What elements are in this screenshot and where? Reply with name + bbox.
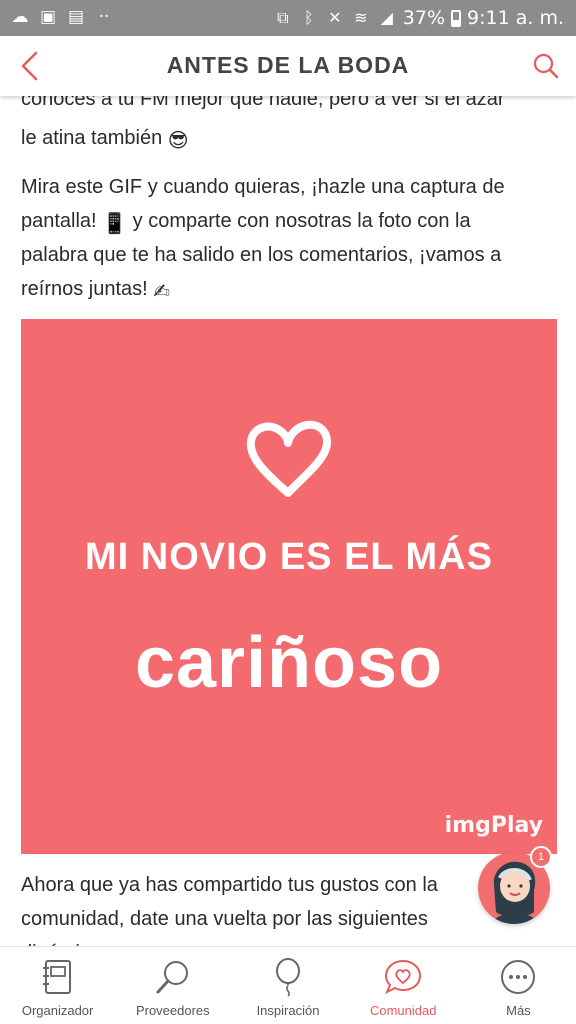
status-right: ⧉ ᛒ ✕ ≋ ◢ 37% 9:11 a. m. [273, 7, 564, 29]
nav-label: Inspiración [256, 1003, 320, 1018]
text-fragment: pantalla! [21, 210, 97, 232]
app-header: ANTES DE LA BODA [0, 36, 576, 96]
image-icon: ▣ [39, 7, 57, 27]
post-content: conoces a tu FM mejor que nadie, pero a … [0, 96, 576, 946]
nav-label: Organizador [21, 1003, 94, 1018]
status-bar: ☁ ▣ ▤ ·· ⧉ ᛒ ✕ ≋ ◢ 37% 9:11 a. m. [0, 0, 576, 36]
battery-icon [451, 9, 462, 27]
gif-caption-line1: MI NOVIO ES EL MÁS [85, 536, 493, 578]
text-line: pantalla! 📱 y comparte con nosotras la f… [21, 204, 561, 241]
nav-item-organizador[interactable]: Organizador [0, 947, 115, 1024]
text-fragment: reírnos juntas! [21, 278, 148, 300]
heart-icon [246, 420, 331, 497]
nav-item-inspiracion[interactable]: Inspiración [230, 947, 345, 1024]
search-button[interactable] [528, 48, 564, 84]
text-fragment: le atina también [21, 127, 163, 149]
more-dots-icon: ·· [98, 7, 110, 27]
sunglasses-emoji-icon: 😎 [167, 130, 189, 152]
planner-icon [36, 955, 80, 999]
nav-label: Más [506, 1003, 531, 1018]
nav-label: Proveedores [135, 1003, 210, 1018]
nav-item-comunidad[interactable]: Comunidad [346, 947, 461, 1024]
magnifier-icon [151, 955, 195, 999]
gif-image[interactable]: MI NOVIO ES EL MÁS cariñoso imgPlay [21, 319, 557, 854]
text-fragment: y comparte con nosotras la foto con la [132, 210, 471, 232]
status-left-icons: ☁ ▣ ▤ ·· [10, 7, 114, 27]
calendar-icon: ▤ [67, 7, 85, 27]
text-line: Mira este GIF y cuando quieras, ¡hazle u… [21, 176, 505, 198]
more-circle-icon [496, 955, 540, 999]
bluetooth-icon: ᛒ [303, 8, 314, 27]
text-line: conoces a tu FM mejor que nadie, pero a … [21, 96, 505, 110]
nav-label: Comunidad [369, 1003, 437, 1018]
battery-percent: 37% [402, 7, 446, 29]
page-title: ANTES DE LA BODA [166, 52, 410, 78]
text-line: reírnos juntas! ✍ [21, 272, 561, 309]
text-line: le atina también 😎 [21, 121, 561, 158]
balloon-icon [266, 955, 310, 999]
mute-icon: ✕ [328, 8, 342, 27]
text-line: dinámicas [21, 936, 561, 946]
text-line: comunidad, date una vuelta por las sigui… [21, 908, 428, 930]
gif-caption-line2: cariñoso [134, 623, 444, 703]
bottom-navigation: Organizador Proveedores Inspiración Comu… [0, 946, 576, 1024]
phone-emoji-icon: 📱 [102, 213, 128, 235]
weather-icon: ☁ [11, 7, 29, 27]
notification-badge: 1 [530, 846, 552, 868]
search-icon [533, 53, 559, 79]
text-line: palabra que te ha salido en los comentar… [21, 244, 502, 266]
nav-item-proveedores[interactable]: Proveedores [115, 947, 230, 1024]
gif-watermark: imgPlay [444, 813, 543, 838]
signal-icon: ◢ [380, 8, 393, 27]
wifi-icon: ≋ [354, 8, 368, 27]
clock: 9:11 a. m. [467, 7, 564, 29]
nfc-icon: ⧉ [277, 8, 289, 27]
writing-hand-emoji-icon: ✍ [153, 281, 171, 303]
nav-item-mas[interactable]: Más [461, 947, 576, 1024]
heart-chat-icon [381, 955, 425, 999]
